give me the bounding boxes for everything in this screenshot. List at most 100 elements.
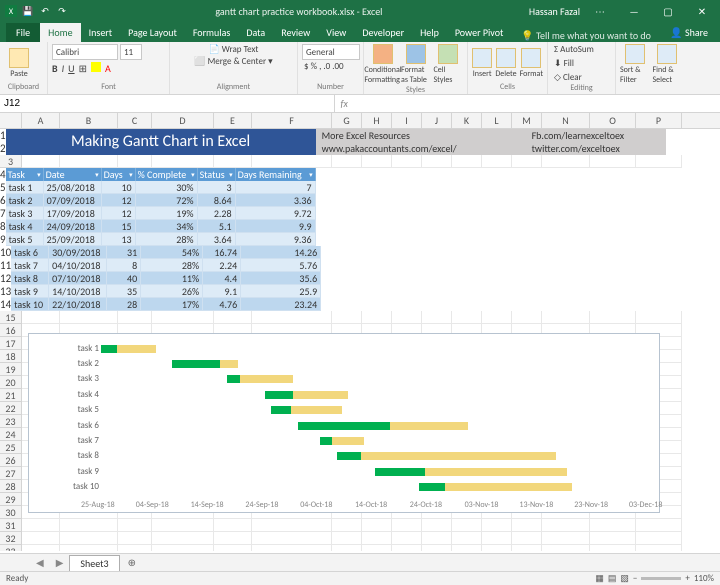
border-button[interactable]: ⊞ <box>79 62 87 75</box>
row-header[interactable]: 17 <box>0 337 22 350</box>
row-header[interactable]: 15 <box>0 311 22 324</box>
select-all-corner[interactable] <box>0 113 22 128</box>
table-row[interactable]: task 525/09/20181328%3.649.36 <box>6 233 316 246</box>
table-row[interactable]: task 317/09/20181219%2.289.72 <box>6 207 316 220</box>
row-header[interactable]: 33 <box>0 545 22 551</box>
table-row[interactable]: task 807/10/20184011%4.435.6 <box>11 272 321 285</box>
row-header[interactable]: 31 <box>0 519 22 532</box>
col-header[interactable]: K <box>452 113 482 128</box>
row-header[interactable]: 19 <box>0 363 22 376</box>
minimize-icon[interactable]: — <box>620 0 648 22</box>
tab-view[interactable]: View <box>318 23 354 42</box>
zoom-out-icon[interactable]: − <box>633 573 637 584</box>
paste-button[interactable]: Paste <box>4 48 34 79</box>
tab-data[interactable]: Data <box>238 23 273 42</box>
tab-next-icon[interactable]: ▶ <box>50 556 70 569</box>
conditional-formatting-button[interactable]: Conditional Formatting <box>368 44 398 85</box>
col-header[interactable]: H <box>362 113 392 128</box>
row-header[interactable]: 16 <box>0 324 22 337</box>
maximize-icon[interactable]: ▢ <box>654 0 682 22</box>
formula-input[interactable] <box>395 95 720 112</box>
table-row[interactable]: task 630/09/20183154%16.7414.26 <box>11 246 321 259</box>
col-header[interactable]: O <box>590 113 636 128</box>
col-header[interactable]: M <box>512 113 542 128</box>
autosum-button[interactable]: Σ AutoSum <box>552 44 596 55</box>
merge-center-button[interactable]: ⬜ Merge & Center ▾ <box>194 56 272 67</box>
fill-button[interactable]: ⬇ Fill <box>552 58 576 69</box>
col-header[interactable]: C <box>118 113 152 128</box>
tab-power-pivot[interactable]: Power Pivot <box>447 23 512 42</box>
tell-me[interactable]: 💡 Tell me what you want to do <box>511 29 664 42</box>
find-select-button[interactable]: Find & Select <box>653 44 683 85</box>
row-header[interactable]: 23 <box>0 415 22 428</box>
italic-button[interactable]: I <box>62 62 65 75</box>
table-row[interactable]: task 125/08/20181030%37 <box>6 181 316 194</box>
tab-formulas[interactable]: Formulas <box>185 23 238 42</box>
share-button[interactable]: 👤 Share <box>664 23 714 42</box>
delete-cells-button[interactable]: Delete <box>495 48 516 79</box>
view-normal-icon[interactable]: ▦ <box>595 573 604 584</box>
row-header[interactable]: 18 <box>0 350 22 363</box>
table-header-cell[interactable]: % Complete▾ <box>136 168 198 181</box>
row-header[interactable]: 27 <box>0 467 22 480</box>
col-header[interactable]: A <box>22 113 60 128</box>
tab-prev-icon[interactable]: ◀ <box>30 556 50 569</box>
table-header-cell[interactable]: Date▾ <box>44 168 102 181</box>
row-header[interactable]: 21 <box>0 389 22 402</box>
row-header[interactable]: 26 <box>0 454 22 467</box>
font-size[interactable]: 11 <box>120 44 142 60</box>
sheet-tab-active[interactable]: Sheet3 <box>69 555 119 571</box>
font-color-button[interactable]: A <box>105 62 111 75</box>
close-icon[interactable]: ✕ <box>688 0 716 22</box>
row-header[interactable]: 30 <box>0 506 22 519</box>
tab-file[interactable]: File <box>6 23 40 42</box>
gantt-chart[interactable]: task 1task 2task 3task 4task 5task 6task… <box>28 333 660 513</box>
table-row[interactable]: task 914/10/20183526%9.125.9 <box>11 285 321 298</box>
row-header[interactable]: 25 <box>0 441 22 454</box>
table-row[interactable]: task 704/10/2018828%2.245.76 <box>11 259 321 272</box>
format-cells-button[interactable]: Format <box>520 48 543 79</box>
col-header[interactable]: I <box>392 113 422 128</box>
redo-icon[interactable]: ↷ <box>55 4 69 18</box>
table-header-cell[interactable]: Days▾ <box>102 168 136 181</box>
col-header[interactable]: L <box>482 113 512 128</box>
table-header-cell[interactable]: Task▾ <box>6 168 44 181</box>
row-header[interactable]: 32 <box>0 532 22 545</box>
tab-home[interactable]: Home <box>40 23 80 42</box>
cell-styles-button[interactable]: Cell Styles <box>434 44 464 85</box>
table-row[interactable]: task 207/09/20181272%8.643.36 <box>6 194 316 207</box>
format-as-table-button[interactable]: Format as Table <box>401 44 431 85</box>
save-icon[interactable]: 💾 <box>21 4 35 18</box>
zoom-in-icon[interactable]: + <box>685 573 689 584</box>
row-header[interactable]: 22 <box>0 402 22 415</box>
worksheet[interactable]: ABCDEFGHIJKLMNOP 12Making Gantt Chart in… <box>0 113 720 551</box>
fill-color-button[interactable] <box>91 62 101 72</box>
insert-cells-button[interactable]: Insert <box>472 48 492 79</box>
col-header[interactable]: G <box>332 113 362 128</box>
tab-developer[interactable]: Developer <box>354 23 412 42</box>
tab-insert[interactable]: Insert <box>81 23 121 42</box>
zoom-level[interactable]: 110% <box>694 573 714 584</box>
undo-icon[interactable]: ↶ <box>38 4 52 18</box>
ribbon-options-icon[interactable]: ⋯ <box>586 0 614 22</box>
col-header[interactable]: E <box>214 113 252 128</box>
col-header[interactable]: P <box>636 113 682 128</box>
user-name[interactable]: Hassan Fazal <box>529 5 580 18</box>
clear-button[interactable]: ◇ Clear <box>552 72 584 83</box>
col-header[interactable]: F <box>252 113 332 128</box>
row-header[interactable]: 3 <box>0 155 22 168</box>
table-header-cell[interactable]: Days Remaining▾ <box>236 168 316 181</box>
view-break-icon[interactable]: ▧ <box>620 573 629 584</box>
name-box[interactable] <box>0 95 335 112</box>
row-header[interactable]: 24 <box>0 428 22 441</box>
table-row[interactable]: task 424/09/20181534%5.19.9 <box>6 220 316 233</box>
table-row[interactable]: task 1022/10/20182817%4.7623.24 <box>11 298 321 311</box>
row-header[interactable]: 28 <box>0 480 22 493</box>
sort-filter-button[interactable]: Sort & Filter <box>620 44 650 85</box>
new-sheet-button[interactable]: ⊕ <box>120 556 144 569</box>
wrap-text-button[interactable]: 📄 Wrap Text <box>209 44 259 55</box>
row-header[interactable]: 29 <box>0 493 22 506</box>
tab-review[interactable]: Review <box>273 23 318 42</box>
tab-page-layout[interactable]: Page Layout <box>120 23 185 42</box>
view-page-icon[interactable]: ▤ <box>608 573 617 584</box>
